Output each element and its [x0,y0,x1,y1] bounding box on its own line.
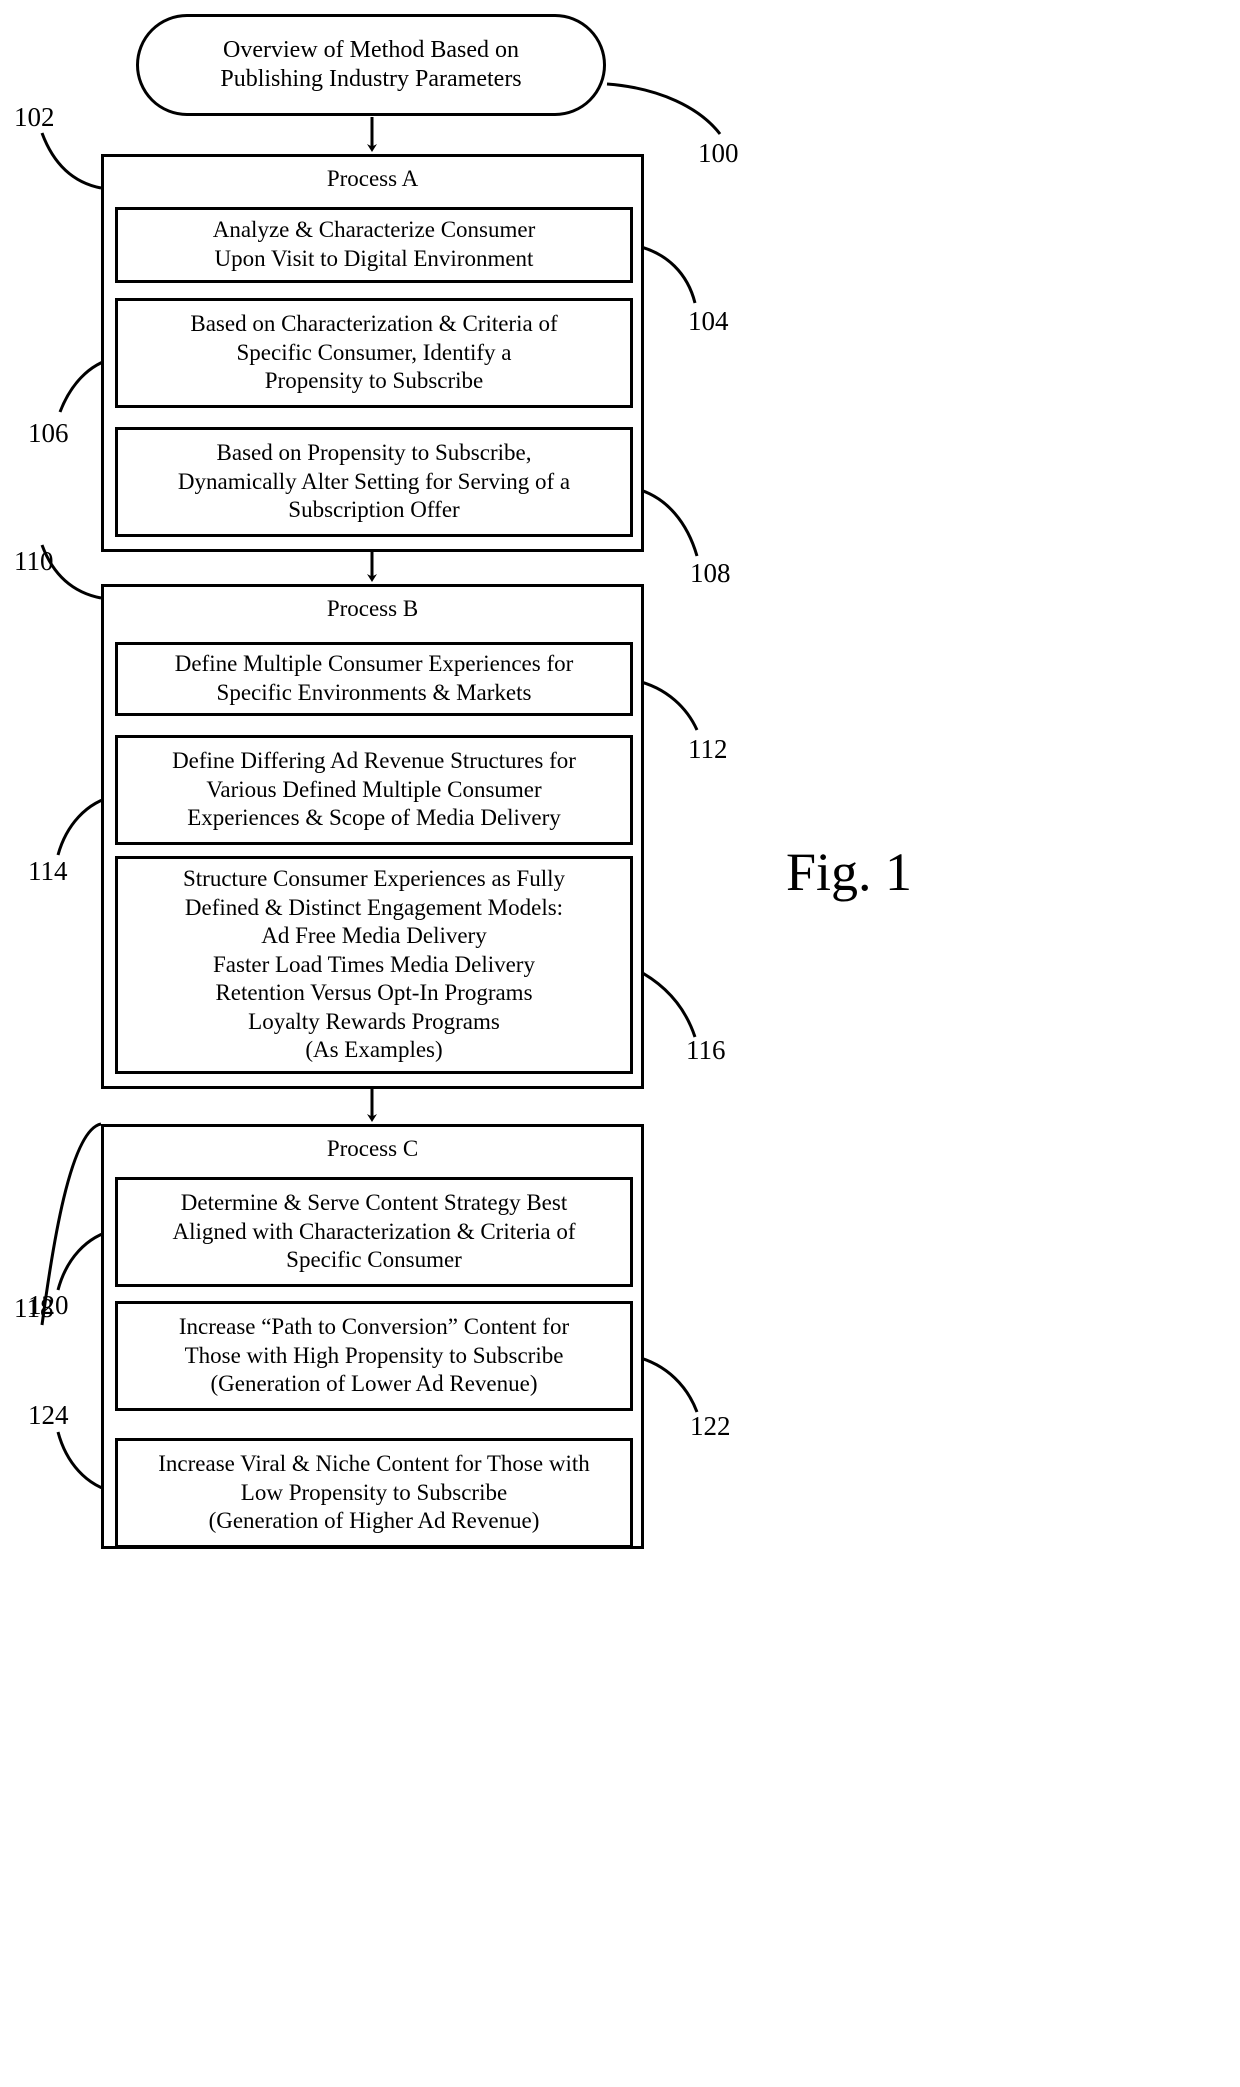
ref-numeral-114: 114 [28,856,68,886]
step-line: Various Defined Multiple Consumer [206,776,542,802]
ref-numeral-106: 106 [28,418,69,448]
leader-line-100 [606,82,722,135]
process-c-heading: Process C [326,1136,419,1161]
ref-numeral-102: 102 [14,102,55,132]
step-line: Define Multiple Consumer Experiences for [174,651,574,677]
leader-line-102 [40,132,102,190]
step-line: Those with High Propensity to Subscribe [184,1342,564,1368]
step-box-104: Analyze & Characterize Consumer Upon Vis… [115,207,633,283]
step-line: Experiences & Scope of Media Delivery [187,805,561,831]
ref-numeral-120: 120 [28,1290,69,1320]
step-box-108: Based on Propensity to Subscribe, Dynami… [115,427,633,537]
step-line: Retention Versus Opt-In Programs [215,980,533,1006]
step-line: Subscription Offer [288,497,460,523]
step-line: Defined & Distinct Engagement Models: [184,894,564,920]
step-line: Upon Visit to Digital Environment [214,246,534,271]
figure-title-node: Overview of Method Based on Publishing I… [136,14,606,116]
step-box-120: Determine & Serve Content Strategy Best … [115,1177,633,1287]
step-line: Ad Free Media Delivery [261,923,487,949]
step-line: Low Propensity to Subscribe [240,1479,508,1505]
figure-canvas: Overview of Method Based on Publishing I… [0,0,1240,2087]
step-line: Based on Characterization & Criteria of [190,311,558,337]
step-line: Specific Environments & Markets [216,680,532,705]
step-line: (As Examples) [305,1037,443,1063]
ref-numeral-122: 122 [690,1411,731,1441]
ref-numeral-112: 112 [688,734,728,764]
step-line: Define Differing Ad Revenue Structures f… [172,748,576,774]
step-line: Dynamically Alter Setting for Serving of… [177,468,571,494]
step-line: Propensity to Subscribe [264,368,484,394]
process-b-heading: Process B [326,596,419,621]
step-box-106: Based on Characterization & Criteria of … [115,298,633,408]
ref-numeral-104: 104 [688,306,729,336]
step-line: Specific Consumer, Identify a [236,339,512,365]
step-line: Specific Consumer [286,1247,462,1273]
step-line: (Generation of Lower Ad Revenue) [210,1371,538,1397]
step-line: Analyze & Characterize Consumer [212,217,536,243]
step-box-116: Structure Consumer Experiences as Fully … [115,856,633,1074]
step-line: Increase Viral & Niche Content for Those… [158,1451,590,1477]
ref-numeral-124: 124 [28,1400,69,1430]
ref-numeral-108: 108 [690,558,731,588]
step-line: Based on Propensity to Subscribe, [216,440,532,466]
step-line: Structure Consumer Experiences as Fully [183,866,565,892]
step-line: Increase “Path to Conversion” Content fo… [178,1314,570,1340]
step-box-122: Increase “Path to Conversion” Content fo… [115,1301,633,1411]
figure-title-line2: Publishing Industry Parameters [220,66,522,92]
ref-numeral-100: 100 [698,138,739,168]
step-line: Loyalty Rewards Programs [248,1008,500,1034]
process-a-heading: Process A [326,166,419,191]
figure-label: Fig. 1 [786,842,913,902]
ref-numeral-110: 110 [14,546,54,576]
step-box-114: Define Differing Ad Revenue Structures f… [115,735,633,845]
figure-title-line1: Overview of Method Based on [223,36,519,63]
step-box-124: Increase Viral & Niche Content for Those… [115,1438,633,1548]
step-line: Faster Load Times Media Delivery [213,951,535,977]
step-line: (Generation of Higher Ad Revenue) [208,1508,540,1534]
step-line: Determine & Serve Content Strategy Best [180,1190,568,1216]
step-line: Aligned with Characterization & Criteria… [172,1218,576,1244]
step-box-112: Define Multiple Consumer Experiences for… [115,642,633,716]
ref-numeral-116: 116 [686,1035,726,1065]
